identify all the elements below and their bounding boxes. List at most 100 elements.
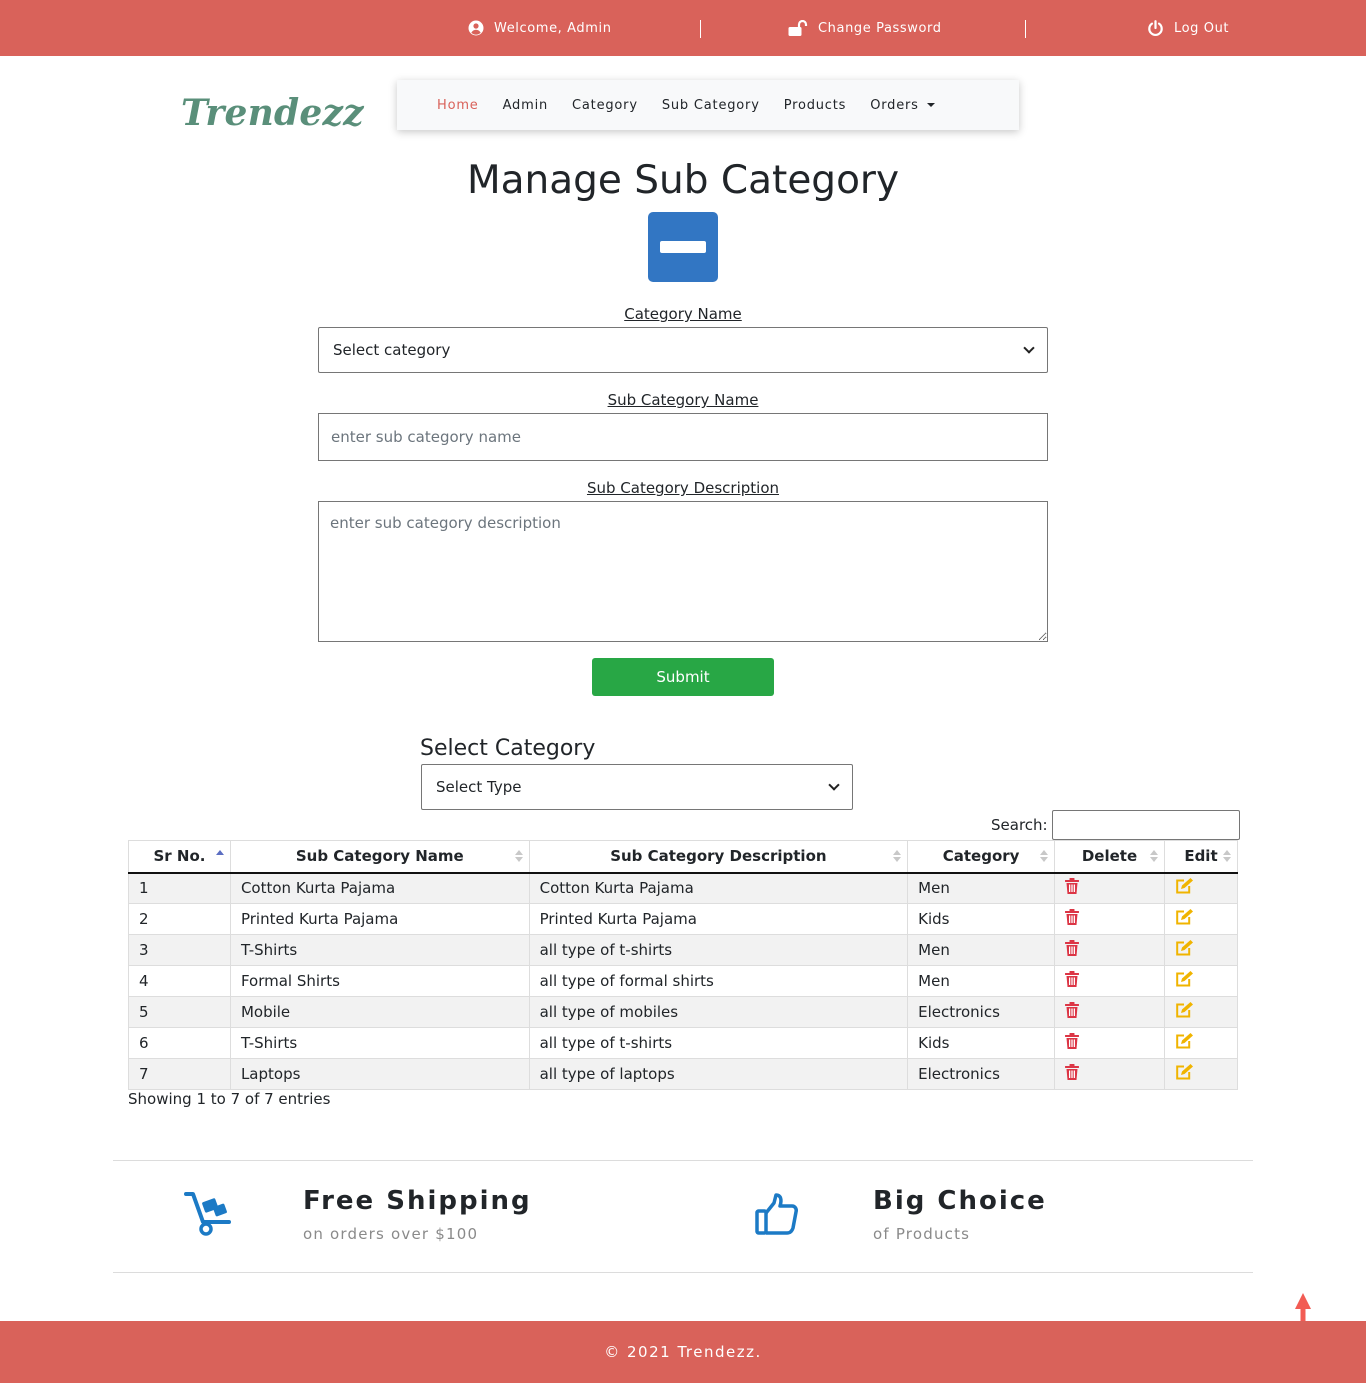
edit-icon[interactable] [1175,1064,1194,1080]
column-header-sub-category-description[interactable]: Sub Category Description [528,840,909,874]
cell-sub-category-name: Cotton Kurta Pajama [229,872,530,904]
cell-category: Men [907,872,1056,904]
select-type-value: Select Type [436,778,522,796]
brand-logo[interactable]: Trendezz [181,92,364,134]
topbar-divider [700,20,701,38]
table-row: 1 Cotton Kurta Pajama Cotton Kurta Pajama M… [128,872,1239,904]
edit-icon[interactable] [1175,1002,1194,1018]
trash-icon[interactable] [1065,909,1080,925]
edit-icon[interactable] [1175,909,1194,925]
trash-icon[interactable] [1065,1064,1080,1080]
search-input[interactable] [1051,810,1240,840]
nav-item-admin[interactable]: Admin [503,98,548,113]
feature-title-big-choice: Big Choice [873,1186,1047,1216]
trash-icon[interactable] [1065,940,1080,956]
table-row: 5 Mobile all type of mobiles Electronics [128,996,1239,1028]
cell-sr-no: 2 [128,903,231,935]
search-label: Search: [991,816,1048,834]
cell-sub-category-description: Printed Kurta Pajama [528,903,909,935]
column-header-edit[interactable]: Edit [1163,840,1239,874]
select-type-dropdown[interactable]: Select Type [421,764,853,810]
cell-sub-category-description: all type of t-shirts [528,1027,909,1059]
cell-sub-category-description: Cotton Kurta Pajama [528,872,909,904]
trash-icon[interactable] [1065,971,1080,987]
cart-dolly-icon [184,1190,234,1240]
page-title: Manage Sub Category [466,158,900,203]
cell-delete [1054,903,1165,935]
cell-category: Kids [907,903,1056,935]
sub-category-description-label: Sub Category Description [586,479,780,497]
category-select-value: Select category [333,341,451,359]
cell-sr-no: 6 [128,1027,231,1059]
cell-delete [1054,934,1165,966]
trash-icon[interactable] [1065,878,1080,895]
feature-title-free-shipping: Free Shipping [303,1186,532,1216]
caret-down-icon [926,103,935,107]
table-info: Showing 1 to 7 of 7 entries [128,1090,331,1108]
topbar-divider [1025,20,1026,38]
change-password-link[interactable]: Change Password [788,0,942,56]
nav-item-category[interactable]: Category [572,98,638,113]
logout-link[interactable]: Log Out [1147,0,1229,56]
thumbs-up-icon [755,1192,799,1240]
category-select[interactable]: Select category [318,327,1048,373]
edit-icon[interactable] [1175,878,1194,894]
sub-category-name-label: Sub Category Name [607,391,759,409]
trash-icon[interactable] [1065,1002,1080,1018]
nav-item-orders-label: Orders [870,97,919,113]
sub-category-name-input[interactable] [318,413,1048,461]
cell-sr-no: 7 [128,1058,231,1090]
cell-sub-category-name: Laptops [229,1058,530,1090]
cell-sub-category-description: all type of mobiles [528,996,909,1028]
cell-delete [1054,1058,1165,1090]
collapse-form-button[interactable] [648,212,718,282]
footer: © 2021 Trendezz. [0,1321,1366,1383]
table-row: 6 T-Shirts all type of t-shirts Kids [128,1027,1239,1059]
edit-icon[interactable] [1175,1033,1194,1049]
cell-category: Electronics [907,1058,1056,1090]
cell-edit [1163,872,1239,904]
cell-sub-category-name: Printed Kurta Pajama [229,903,530,935]
cell-edit [1163,965,1239,997]
divider [113,1272,1253,1273]
column-header-delete[interactable]: Delete [1054,840,1165,874]
trash-icon[interactable] [1065,1033,1080,1049]
welcome-user[interactable]: Welcome, Admin [468,0,612,56]
cell-sub-category-description: all type of formal shirts [528,965,909,997]
sort-icon [1040,850,1049,862]
column-header-category[interactable]: Category [907,840,1056,874]
sort-icon [1223,850,1231,862]
sort-icon [514,850,523,862]
feature-subtitle-big-choice: of Products [873,1225,971,1243]
cell-sub-category-name: Formal Shirts [229,965,530,997]
minus-icon [660,241,706,253]
cell-sr-no: 1 [128,872,231,904]
submit-button[interactable]: Submit [592,658,774,696]
chevron-down-icon [828,779,840,791]
cell-sub-category-name: T-Shirts [229,934,530,966]
select-category-label: Select Category [420,736,596,761]
main-nav: Home Admin Category Sub Category Product… [397,80,1019,130]
sub-category-description-textarea[interactable] [318,501,1048,642]
welcome-text: Welcome, Admin [494,20,612,36]
nav-item-products[interactable]: Products [784,98,847,113]
column-header-sub-category-name[interactable]: Sub Category Name [229,840,530,874]
cell-delete [1054,996,1165,1028]
cell-edit [1163,903,1239,935]
cell-edit [1163,1027,1239,1059]
column-header-sr-no[interactable]: Sr No. [128,840,231,874]
nav-item-home[interactable]: Home [437,98,479,113]
edit-icon[interactable] [1175,940,1194,956]
nav-item-sub-category[interactable]: Sub Category [662,98,760,113]
table-row: 4 Formal Shirts all type of formal shirts M… [128,965,1239,997]
table-row: 3 T-Shirts all type of t-shirts Men [128,934,1239,966]
nav-item-orders[interactable]: Orders [870,98,935,113]
edit-icon[interactable] [1175,971,1194,987]
cell-edit [1163,1058,1239,1090]
cell-edit [1163,934,1239,966]
cell-sr-no: 4 [128,965,231,997]
cell-delete [1054,1027,1165,1059]
divider [113,1160,1253,1161]
cell-sub-category-name: T-Shirts [229,1027,530,1059]
unlock-icon [788,20,808,36]
